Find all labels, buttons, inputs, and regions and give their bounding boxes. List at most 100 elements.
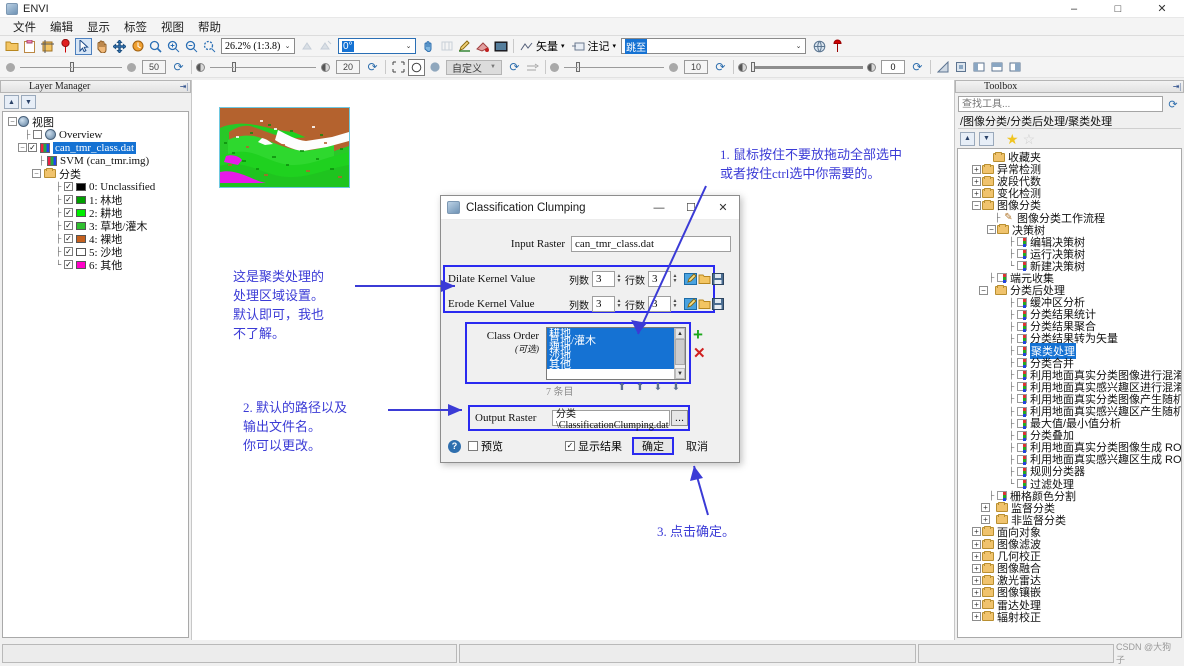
class-checkbox[interactable]: ✓ [64,221,73,230]
class-order-add-button[interactable]: + [693,326,703,343]
tree-item-can-tmr-class[interactable]: − ✓ can_tmr_class.dat [3,141,188,154]
class-checkbox[interactable]: ✓ [64,182,73,191]
edit-kernel-icon[interactable] [683,298,697,311]
expander-icon[interactable]: + [971,189,982,198]
chip-icon[interactable] [953,59,970,76]
open-kernel-icon[interactable] [697,298,711,311]
refresh-icon[interactable]: ⟳ [1165,96,1181,112]
transparency-value[interactable]: 50 [142,60,166,74]
toolbox-item-raster-color-slices[interactable]: ├ 栅格颜色分割 [958,490,1181,502]
class-checkbox[interactable]: ✓ [64,260,73,269]
toolbox-item-image-mosaic[interactable]: + 图像镶嵌 [958,586,1181,598]
menu-display[interactable]: 显示 [80,18,117,36]
chevron-down-icon[interactable]: ▾ [613,42,617,50]
edit-kernel-icon[interactable] [683,273,697,286]
tree-item-class[interactable]: └ ✓ 6: 其他 [3,258,188,271]
dilate-cols-stepper[interactable]: ▲▼ [615,271,623,287]
histogram-icon[interactable] [935,59,952,76]
expander-icon[interactable]: + [971,576,982,585]
erode-rows-input[interactable]: 3 [648,296,671,312]
pin-icon[interactable] [57,38,74,55]
expander-icon[interactable]: − [978,286,989,295]
star-add-icon[interactable]: ★ [1006,132,1019,146]
toolbox-item-anomaly-detection[interactable]: + 异常检测 [958,163,1181,175]
help-icon[interactable]: ? [448,440,461,453]
move-top-icon[interactable]: ⬆ [616,381,628,393]
zoom-fit-icon[interactable] [147,38,164,55]
dialog-close-button[interactable]: ✕ [707,196,739,219]
move-up-icon[interactable]: ⬆ [634,381,646,393]
tree-item-overview[interactable]: ├ Overview [3,128,188,141]
zoom-in-icon[interactable] [165,38,182,55]
expander-icon[interactable]: + [971,165,982,174]
expander-icon[interactable]: + [971,564,982,573]
expander-icon[interactable]: + [971,527,982,536]
rect-roi-icon[interactable] [390,59,407,76]
scroll-up-icon[interactable]: ▲ [675,328,685,339]
expander-icon[interactable]: + [971,540,982,549]
layer-tree[interactable]: − 视图 ├ Overview − ✓ can_tmr_class.dat ├ [2,111,189,638]
toolbox-item-object-oriented[interactable]: + 面向对象 [958,526,1181,538]
vector-menu-label[interactable]: 矢量 [536,38,558,54]
layer-checkbox[interactable]: ✓ [28,143,37,152]
open-folder-icon[interactable] [3,38,20,55]
layer-checkbox[interactable] [33,130,42,139]
menu-file[interactable]: 文件 [6,18,43,36]
toolbox-item-geometric-correction[interactable]: + 几何校正 [958,550,1181,562]
expander-icon[interactable]: + [971,588,982,597]
transparency-slider[interactable] [20,62,122,72]
toolbox-item-classification-workflow[interactable]: ├ ✎ 图像分类工作流程 [958,211,1181,223]
zoom-level-combo[interactable]: 26.2% (1:3.8) ⌄ [221,38,295,54]
swipe-icon[interactable] [317,38,334,55]
pin-panel-icon[interactable]: ⇥| [1173,82,1181,91]
scrollbar-thumb[interactable] [675,339,685,365]
toolbox-item-favorites[interactable]: 收藏夹 [958,151,1181,163]
toolbox-item-radiometric-correction[interactable]: + 辐射校正 [958,611,1181,623]
output-raster-field[interactable]: 分类\ClassificationClumping.dat [552,410,670,426]
layout1-icon[interactable] [971,59,988,76]
contrast-value[interactable]: 10 [684,60,708,74]
ok-button[interactable]: 确定 [632,437,674,455]
dilate-cols-input[interactable]: 3 [592,271,615,287]
crosshair-red-icon[interactable] [829,38,846,55]
dilate-rows-input[interactable]: 3 [648,271,671,287]
open-kernel-icon[interactable] [697,273,711,286]
expander-icon[interactable]: + [971,612,982,621]
layout3-icon[interactable] [1007,59,1024,76]
dialog-maximize-button[interactable]: ☐ [675,196,707,219]
toolbox-item-new-decision-tree[interactable]: └ 新建决策树 [958,260,1181,272]
tree-item-view[interactable]: − 视图 [3,115,188,128]
spectral-icon[interactable] [492,38,509,55]
minimize-button[interactable]: – [1052,0,1096,17]
refresh-icon[interactable]: ⟳ [909,59,926,76]
brightness-slider[interactable] [210,62,316,72]
save-kernel-icon[interactable] [711,298,725,311]
toolbox-item-radar-processing[interactable]: + 雷达处理 [958,598,1181,610]
classification-clumping-dialog[interactable]: Classification Clumping — ☐ ✕ Input Rast… [440,195,740,463]
preview-checkbox[interactable] [468,441,478,451]
annotation-pen-icon[interactable] [456,38,473,55]
move-down-icon[interactable]: ⬇ [652,381,664,393]
class-checkbox[interactable]: ✓ [64,195,73,204]
display-result-checkbox[interactable]: ✓ [565,441,575,451]
tree-item-classes-folder[interactable]: − 分类 [3,167,188,180]
sharpen-slider[interactable] [751,62,863,72]
refresh-icon[interactable]: ⟳ [364,59,381,76]
refresh-icon[interactable]: ⟳ [170,59,187,76]
link-icon[interactable] [524,59,541,76]
blur-icon[interactable] [426,59,443,76]
note-icon[interactable] [570,38,587,55]
class-checkbox[interactable]: ✓ [64,247,73,256]
class-order-remove-button[interactable]: ✕ [693,346,706,361]
erode-rows-stepper[interactable]: ▲▼ [671,296,679,312]
toolbox-item-unsupervised[interactable]: + 非监督分类 [958,514,1181,526]
pan-hand-icon[interactable] [93,38,110,55]
class-checkbox[interactable]: ✓ [64,234,73,243]
toolbox-item-image-filtering[interactable]: + 图像滤波 [958,538,1181,550]
class-order-item[interactable]: 其他 [549,361,596,369]
goto-combo[interactable]: 跳至 ⌄ [621,38,806,54]
pin-panel-icon[interactable]: ⇥| [180,82,188,91]
refresh-icon[interactable]: ⟳ [506,59,523,76]
ellipse-roi-icon[interactable] [408,59,425,76]
expander-icon[interactable]: + [971,552,982,561]
